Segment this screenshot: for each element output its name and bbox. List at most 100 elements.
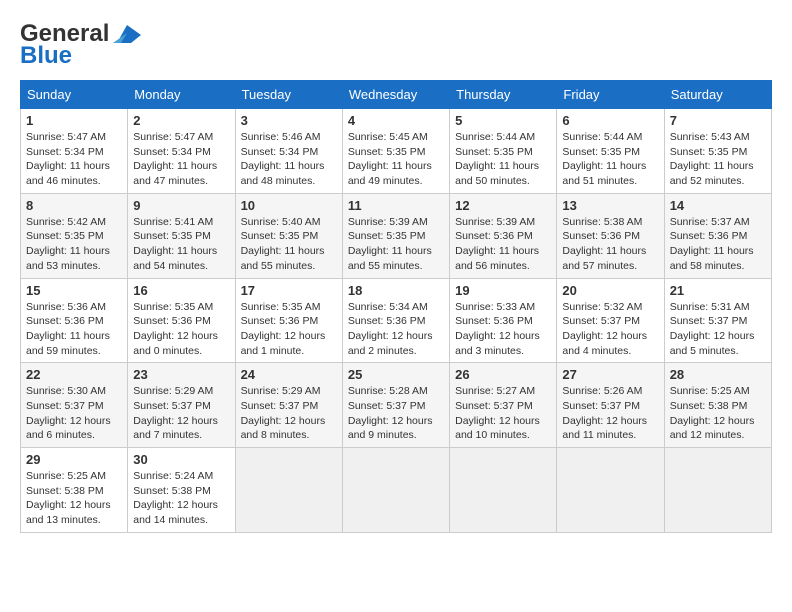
day-info: Sunrise: 5:31 AMSunset: 5:37 PMDaylight:…	[670, 301, 755, 357]
day-info: Sunrise: 5:35 AMSunset: 5:36 PMDaylight:…	[241, 301, 326, 357]
day-info: Sunrise: 5:29 AMSunset: 5:37 PMDaylight:…	[241, 385, 326, 441]
day-number: 3	[241, 113, 337, 128]
logo-blue: Blue	[20, 42, 72, 70]
day-info: Sunrise: 5:25 AMSunset: 5:38 PMDaylight:…	[26, 470, 111, 526]
calendar-cell	[450, 448, 557, 533]
calendar-cell: 27 Sunrise: 5:26 AMSunset: 5:37 PMDaylig…	[557, 363, 664, 448]
day-number: 10	[241, 198, 337, 213]
day-info: Sunrise: 5:43 AMSunset: 5:35 PMDaylight:…	[670, 131, 754, 187]
calendar-cell: 2 Sunrise: 5:47 AMSunset: 5:34 PMDayligh…	[128, 109, 235, 194]
day-info: Sunrise: 5:46 AMSunset: 5:34 PMDaylight:…	[241, 131, 325, 187]
calendar-cell: 8 Sunrise: 5:42 AMSunset: 5:35 PMDayligh…	[21, 193, 128, 278]
weekday-header-tuesday: Tuesday	[235, 81, 342, 109]
day-number: 20	[562, 283, 658, 298]
day-info: Sunrise: 5:38 AMSunset: 5:36 PMDaylight:…	[562, 216, 646, 272]
day-info: Sunrise: 5:41 AMSunset: 5:35 PMDaylight:…	[133, 216, 217, 272]
day-info: Sunrise: 5:29 AMSunset: 5:37 PMDaylight:…	[133, 385, 218, 441]
calendar-cell: 24 Sunrise: 5:29 AMSunset: 5:37 PMDaylig…	[235, 363, 342, 448]
day-number: 8	[26, 198, 122, 213]
calendar-cell: 4 Sunrise: 5:45 AMSunset: 5:35 PMDayligh…	[342, 109, 449, 194]
day-number: 5	[455, 113, 551, 128]
calendar-cell: 25 Sunrise: 5:28 AMSunset: 5:37 PMDaylig…	[342, 363, 449, 448]
day-number: 4	[348, 113, 444, 128]
day-number: 23	[133, 367, 229, 382]
day-info: Sunrise: 5:35 AMSunset: 5:36 PMDaylight:…	[133, 301, 218, 357]
day-info: Sunrise: 5:47 AMSunset: 5:34 PMDaylight:…	[133, 131, 217, 187]
day-number: 22	[26, 367, 122, 382]
weekday-header-monday: Monday	[128, 81, 235, 109]
day-info: Sunrise: 5:34 AMSunset: 5:36 PMDaylight:…	[348, 301, 433, 357]
calendar-cell: 17 Sunrise: 5:35 AMSunset: 5:36 PMDaylig…	[235, 278, 342, 363]
calendar-cell: 13 Sunrise: 5:38 AMSunset: 5:36 PMDaylig…	[557, 193, 664, 278]
day-number: 9	[133, 198, 229, 213]
calendar-cell: 28 Sunrise: 5:25 AMSunset: 5:38 PMDaylig…	[664, 363, 771, 448]
day-number: 29	[26, 452, 122, 467]
day-number: 16	[133, 283, 229, 298]
day-number: 7	[670, 113, 766, 128]
day-number: 27	[562, 367, 658, 382]
day-info: Sunrise: 5:42 AMSunset: 5:35 PMDaylight:…	[26, 216, 110, 272]
day-info: Sunrise: 5:44 AMSunset: 5:35 PMDaylight:…	[562, 131, 646, 187]
day-info: Sunrise: 5:32 AMSunset: 5:37 PMDaylight:…	[562, 301, 647, 357]
calendar-cell: 12 Sunrise: 5:39 AMSunset: 5:36 PMDaylig…	[450, 193, 557, 278]
calendar-header-row: SundayMondayTuesdayWednesdayThursdayFrid…	[21, 81, 772, 109]
day-number: 14	[670, 198, 766, 213]
weekday-header-wednesday: Wednesday	[342, 81, 449, 109]
calendar-cell	[557, 448, 664, 533]
day-number: 6	[562, 113, 658, 128]
calendar-cell: 11 Sunrise: 5:39 AMSunset: 5:35 PMDaylig…	[342, 193, 449, 278]
day-number: 28	[670, 367, 766, 382]
calendar-cell: 6 Sunrise: 5:44 AMSunset: 5:35 PMDayligh…	[557, 109, 664, 194]
day-number: 11	[348, 198, 444, 213]
day-info: Sunrise: 5:40 AMSunset: 5:35 PMDaylight:…	[241, 216, 325, 272]
day-number: 30	[133, 452, 229, 467]
calendar-cell: 26 Sunrise: 5:27 AMSunset: 5:37 PMDaylig…	[450, 363, 557, 448]
weekday-header-sunday: Sunday	[21, 81, 128, 109]
calendar-cell: 7 Sunrise: 5:43 AMSunset: 5:35 PMDayligh…	[664, 109, 771, 194]
day-number: 18	[348, 283, 444, 298]
day-info: Sunrise: 5:27 AMSunset: 5:37 PMDaylight:…	[455, 385, 540, 441]
day-number: 21	[670, 283, 766, 298]
weekday-header-friday: Friday	[557, 81, 664, 109]
calendar-cell: 20 Sunrise: 5:32 AMSunset: 5:37 PMDaylig…	[557, 278, 664, 363]
calendar-cell: 22 Sunrise: 5:30 AMSunset: 5:37 PMDaylig…	[21, 363, 128, 448]
day-info: Sunrise: 5:30 AMSunset: 5:37 PMDaylight:…	[26, 385, 111, 441]
day-number: 1	[26, 113, 122, 128]
calendar-cell: 19 Sunrise: 5:33 AMSunset: 5:36 PMDaylig…	[450, 278, 557, 363]
day-info: Sunrise: 5:44 AMSunset: 5:35 PMDaylight:…	[455, 131, 539, 187]
logo: General Blue	[20, 20, 141, 70]
day-info: Sunrise: 5:47 AMSunset: 5:34 PMDaylight:…	[26, 131, 110, 187]
day-number: 2	[133, 113, 229, 128]
day-number: 24	[241, 367, 337, 382]
calendar-week-2: 8 Sunrise: 5:42 AMSunset: 5:35 PMDayligh…	[21, 193, 772, 278]
calendar-week-1: 1 Sunrise: 5:47 AMSunset: 5:34 PMDayligh…	[21, 109, 772, 194]
day-number: 17	[241, 283, 337, 298]
day-info: Sunrise: 5:25 AMSunset: 5:38 PMDaylight:…	[670, 385, 755, 441]
calendar-cell: 29 Sunrise: 5:25 AMSunset: 5:38 PMDaylig…	[21, 448, 128, 533]
calendar-cell: 21 Sunrise: 5:31 AMSunset: 5:37 PMDaylig…	[664, 278, 771, 363]
calendar-cell	[664, 448, 771, 533]
calendar-week-4: 22 Sunrise: 5:30 AMSunset: 5:37 PMDaylig…	[21, 363, 772, 448]
calendar-week-3: 15 Sunrise: 5:36 AMSunset: 5:36 PMDaylig…	[21, 278, 772, 363]
day-info: Sunrise: 5:37 AMSunset: 5:36 PMDaylight:…	[670, 216, 754, 272]
page-header: General Blue	[20, 20, 772, 70]
calendar-cell: 15 Sunrise: 5:36 AMSunset: 5:36 PMDaylig…	[21, 278, 128, 363]
calendar-cell: 30 Sunrise: 5:24 AMSunset: 5:38 PMDaylig…	[128, 448, 235, 533]
weekday-header-saturday: Saturday	[664, 81, 771, 109]
calendar-cell: 9 Sunrise: 5:41 AMSunset: 5:35 PMDayligh…	[128, 193, 235, 278]
day-number: 15	[26, 283, 122, 298]
day-info: Sunrise: 5:39 AMSunset: 5:35 PMDaylight:…	[348, 216, 432, 272]
calendar-cell	[342, 448, 449, 533]
calendar-cell: 5 Sunrise: 5:44 AMSunset: 5:35 PMDayligh…	[450, 109, 557, 194]
day-number: 25	[348, 367, 444, 382]
day-info: Sunrise: 5:45 AMSunset: 5:35 PMDaylight:…	[348, 131, 432, 187]
day-info: Sunrise: 5:24 AMSunset: 5:38 PMDaylight:…	[133, 470, 218, 526]
day-number: 26	[455, 367, 551, 382]
calendar-cell	[235, 448, 342, 533]
day-info: Sunrise: 5:33 AMSunset: 5:36 PMDaylight:…	[455, 301, 540, 357]
calendar-cell: 1 Sunrise: 5:47 AMSunset: 5:34 PMDayligh…	[21, 109, 128, 194]
calendar-cell: 16 Sunrise: 5:35 AMSunset: 5:36 PMDaylig…	[128, 278, 235, 363]
calendar-cell: 10 Sunrise: 5:40 AMSunset: 5:35 PMDaylig…	[235, 193, 342, 278]
calendar-week-5: 29 Sunrise: 5:25 AMSunset: 5:38 PMDaylig…	[21, 448, 772, 533]
weekday-header-thursday: Thursday	[450, 81, 557, 109]
